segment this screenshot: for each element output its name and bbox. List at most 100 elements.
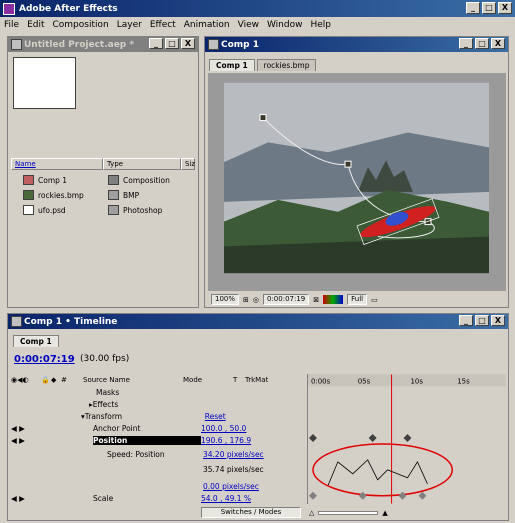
timeline-title-bar[interactable]: Comp 1 • Timeline _ □ X xyxy=(8,314,508,329)
keyframe-nav-icon: ◀ ▶ xyxy=(11,435,25,445)
project-maximize-button[interactable]: □ xyxy=(165,38,179,49)
timeline-column-header: ◉◀◐ 🔒 ◆ # Source Name Mode T TrkMat xyxy=(11,374,307,386)
comp-close-button[interactable]: X xyxy=(491,38,505,49)
project-icon xyxy=(11,39,22,50)
zoom-in-icon[interactable]: ▲ xyxy=(382,509,387,517)
comp-maximize-button[interactable]: □ xyxy=(475,38,489,49)
tab-rockies[interactable]: rockies.bmp xyxy=(256,59,317,71)
timeline-maximize-button[interactable]: □ xyxy=(475,315,489,326)
comp-time-field[interactable]: 0:00:07:19 xyxy=(263,294,310,305)
resolution-dropdown[interactable]: Full xyxy=(347,294,368,305)
project-minimize-button[interactable]: _ xyxy=(149,38,163,49)
motion-keyframe[interactable] xyxy=(344,160,352,168)
zoom-dropdown[interactable]: 100% xyxy=(211,294,240,305)
speed-max-value[interactable]: 34.20 pixels/sec xyxy=(203,450,264,459)
timeline-row-masks[interactable]: Masks xyxy=(11,386,307,398)
timeline-row-speed-min: 0.00 pixels/sec xyxy=(203,481,259,491)
ruler-label-15: 15s xyxy=(457,377,470,385)
tab-comp1[interactable]: Comp 1 xyxy=(209,59,255,71)
type-swatch-icon xyxy=(108,205,119,215)
ruler-label-0: 0:00s xyxy=(311,377,331,385)
region-of-interest-icon[interactable]: ▭ xyxy=(371,296,378,304)
scale-value[interactable]: 54.0 , 49.1 % xyxy=(201,494,251,503)
channel-icon[interactable]: ⊠ xyxy=(313,296,319,304)
column-mode[interactable]: Mode xyxy=(183,376,233,384)
project-panel: Untitled Project.aep * _ □ X Name Type S… xyxy=(7,36,199,308)
project-item-ufo[interactable]: ufo.psd Photoshop xyxy=(23,203,162,217)
column-trkmat[interactable]: TrkMat xyxy=(245,376,285,384)
color-channel-icon[interactable] xyxy=(323,295,344,304)
project-column-header: Name Type Siz xyxy=(11,158,197,170)
menu-composition[interactable]: Composition xyxy=(49,20,113,30)
composition-window-icon xyxy=(208,39,219,50)
speed-graph-line xyxy=(327,459,428,486)
current-time-display[interactable]: 0:00:07:19 xyxy=(14,354,75,365)
timeline-graph-area[interactable]: 0:00s 05s 10s 15s xyxy=(307,374,506,504)
close-button[interactable]: X xyxy=(498,2,512,14)
ruler-label-10: 10s xyxy=(410,377,423,385)
type-swatch-icon xyxy=(108,175,119,185)
menu-layer[interactable]: Layer xyxy=(113,20,146,30)
timeline-row-scale[interactable]: ◀ ▶ Scale 54.0 , 49.1 % xyxy=(11,492,307,504)
timeline-row-transform[interactable]: ▾ Transform Reset xyxy=(11,410,307,422)
project-item-comp1[interactable]: Comp 1 Composition xyxy=(23,173,170,187)
transform-reset-link[interactable]: Reset xyxy=(205,412,226,421)
menu-file[interactable]: File xyxy=(0,20,23,30)
menu-edit[interactable]: Edit xyxy=(23,20,48,30)
frame-rate-label: (30.00 fps) xyxy=(80,354,130,364)
motion-keyframe[interactable] xyxy=(259,114,267,122)
project-item-rockies[interactable]: rockies.bmp BMP xyxy=(23,188,139,202)
comp-tabs: Comp 1 rockies.bmp xyxy=(209,59,318,71)
keyframe-diamonds[interactable] xyxy=(308,434,412,442)
column-size[interactable]: Siz xyxy=(181,158,195,170)
menu-animation[interactable]: Animation xyxy=(180,20,234,30)
time-zoom-slider[interactable] xyxy=(318,510,379,515)
highlight-ellipse xyxy=(312,443,454,497)
timeline-row-position[interactable]: ◀ ▶ Position 190.6 , 176.9 xyxy=(11,434,307,446)
after-effects-logo-icon xyxy=(3,2,15,15)
bmp-image-icon xyxy=(23,190,34,200)
comp-panel-title-bar[interactable]: Comp 1 _ □ X xyxy=(205,37,508,52)
lock-icon: 🔒 xyxy=(41,376,50,384)
label-icon: ◆ xyxy=(51,376,57,384)
position-value[interactable]: 190.6 , 176.9 xyxy=(201,436,251,445)
switches-modes-toggle[interactable]: Switches / Modes xyxy=(201,507,301,518)
timeline-panel: Comp 1 • Timeline _ □ X Comp 1 0:00:07:1… xyxy=(7,313,509,521)
timeline-close-button[interactable]: X xyxy=(491,315,505,326)
minimize-button[interactable]: _ xyxy=(466,2,480,14)
column-t[interactable]: T xyxy=(233,376,245,384)
av-switches-icon: ◉◀◐ xyxy=(11,376,29,384)
timeline-title: Comp 1 • Timeline xyxy=(24,316,118,327)
project-close-button[interactable]: X xyxy=(181,38,195,49)
anchor-point-value[interactable]: 100.0 , 50.0 xyxy=(201,424,246,433)
tab-timeline-comp1[interactable]: Comp 1 xyxy=(13,335,59,347)
type-swatch-icon xyxy=(108,190,119,200)
safe-zones-icon[interactable]: ⊞ xyxy=(243,296,249,304)
timeline-minimize-button[interactable]: _ xyxy=(459,315,473,326)
comp-title: Comp 1 xyxy=(221,39,260,50)
comp-minimize-button[interactable]: _ xyxy=(459,38,473,49)
timeline-row-anchor-point[interactable]: ◀ ▶ Anchor Point 100.0 , 50.0 xyxy=(11,422,307,434)
timeline-row-speed-current: 35.74 pixels/sec xyxy=(203,464,264,474)
project-thumbnail xyxy=(13,57,76,109)
menu-view[interactable]: View xyxy=(234,20,263,30)
maximize-button[interactable]: □ xyxy=(482,2,496,14)
column-name[interactable]: Name xyxy=(11,158,103,170)
project-panel-title-bar[interactable]: Untitled Project.aep * _ □ X xyxy=(8,37,198,52)
snapshot-icon[interactable]: ◎ xyxy=(253,296,259,304)
composition-viewer[interactable] xyxy=(208,73,506,291)
app-title-bar: Adobe After Effects _ □ X xyxy=(0,0,515,17)
zoom-out-icon[interactable]: △ xyxy=(309,509,314,517)
column-source-name[interactable]: Source Name xyxy=(83,376,183,384)
ruler-label-5: 05s xyxy=(358,377,371,385)
menu-help[interactable]: Help xyxy=(306,20,335,30)
composition-panel: Comp 1 _ □ X Comp 1 rockies.bmp 100% ⊞ ◎… xyxy=(204,36,509,308)
menu-effect[interactable]: Effect xyxy=(146,20,180,30)
keyframe-nav-icon: ◀ ▶ xyxy=(11,423,25,433)
column-type[interactable]: Type xyxy=(103,158,181,170)
timeline-row-speed-position[interactable]: Speed: Position 34.20 pixels/sec xyxy=(11,448,307,460)
menu-window[interactable]: Window xyxy=(263,20,307,30)
timeline-window-icon xyxy=(11,316,22,327)
timeline-row-effects[interactable]: ▸ Effects xyxy=(11,398,307,410)
keyframe-nav-icon: ◀ ▶ xyxy=(11,493,25,503)
